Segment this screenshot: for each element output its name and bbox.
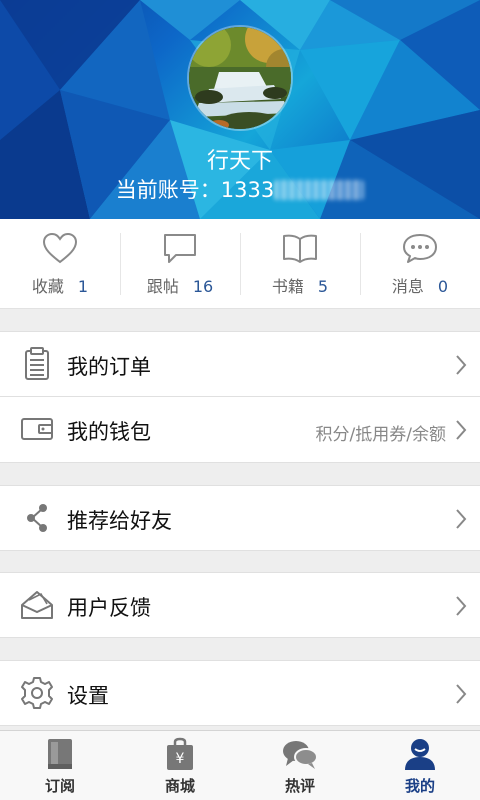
svg-text:¥: ¥ xyxy=(176,751,185,767)
stat-count: 5 xyxy=(317,276,329,296)
chevron-right-icon xyxy=(456,420,467,440)
account-label: 当前账号：1333 xyxy=(115,178,275,202)
stats-bar: 收藏 1 跟帖 16 书籍 5 消息 0 xyxy=(0,219,480,309)
profile-name: 行天下 xyxy=(206,149,273,174)
chevron-right-icon xyxy=(456,355,467,375)
comment-icon xyxy=(164,233,196,263)
gear-icon xyxy=(21,677,53,709)
tab-label: 我的 xyxy=(404,777,435,795)
envelope-icon xyxy=(21,591,53,619)
tab-mine[interactable]: 我的 xyxy=(360,731,480,800)
stat-books[interactable]: 书籍 5 xyxy=(240,219,360,308)
avatar[interactable] xyxy=(187,25,293,131)
message-icon xyxy=(403,233,437,263)
chevron-right-icon xyxy=(456,596,467,616)
wallet-hint: 积分/抵用券/余额 xyxy=(315,425,446,445)
stat-count: 0 xyxy=(437,276,449,296)
clipboard-icon xyxy=(25,347,49,380)
tab-label: 热评 xyxy=(284,777,315,795)
menu-label: 设置 xyxy=(67,684,109,708)
account-number-blurred xyxy=(274,180,365,200)
chevron-right-icon xyxy=(456,509,467,529)
shopping-bag-icon: ¥ xyxy=(167,737,193,770)
profile-header: 行天下 当前账号：1333 xyxy=(0,0,480,219)
bottom-tab-bar: 订阅 ¥ 商城 热评 我的 xyxy=(0,730,480,800)
stat-label: 消息 xyxy=(391,276,424,296)
tab-hot-comments[interactable]: 热评 xyxy=(240,731,360,800)
chevron-right-icon xyxy=(456,684,467,704)
menu-my-orders[interactable]: 我的订单 xyxy=(0,331,480,397)
stat-favorites[interactable]: 收藏 1 xyxy=(0,219,120,308)
menu-my-wallet[interactable]: 我的钱包 积分/抵用券/余额 xyxy=(0,397,480,463)
tab-subscribe[interactable]: 订阅 xyxy=(0,731,120,800)
avatar-waterfall-image xyxy=(189,27,291,129)
menu-settings[interactable]: 设置 xyxy=(0,660,480,726)
menu-label: 用户反馈 xyxy=(67,596,151,620)
menu-user-feedback[interactable]: 用户反馈 xyxy=(0,572,480,638)
subscribe-book-icon xyxy=(48,739,72,769)
tab-store[interactable]: ¥ 商城 xyxy=(120,731,240,800)
user-icon xyxy=(405,739,435,770)
menu-label: 我的钱包 xyxy=(67,420,151,444)
stat-label: 书籍 xyxy=(271,276,304,296)
menu-label: 推荐给好友 xyxy=(67,509,172,533)
comments-icon xyxy=(283,741,318,769)
stat-messages[interactable]: 消息 0 xyxy=(360,219,480,308)
menu-label: 我的订单 xyxy=(67,355,151,379)
stat-count: 16 xyxy=(192,276,214,296)
stat-label: 跟帖 xyxy=(146,276,179,296)
stat-replies[interactable]: 跟帖 16 xyxy=(120,219,240,308)
tab-label: 商城 xyxy=(164,777,195,795)
stat-count: 1 xyxy=(77,276,89,296)
tab-label: 订阅 xyxy=(44,777,75,795)
menu-recommend-friends[interactable]: 推荐给好友 xyxy=(0,485,480,551)
account-number: 当前账号：1333 xyxy=(0,174,480,204)
heart-icon xyxy=(42,232,78,263)
stat-label: 收藏 xyxy=(31,276,64,296)
wallet-icon xyxy=(21,418,53,440)
book-icon xyxy=(283,234,317,263)
share-icon xyxy=(27,504,47,532)
